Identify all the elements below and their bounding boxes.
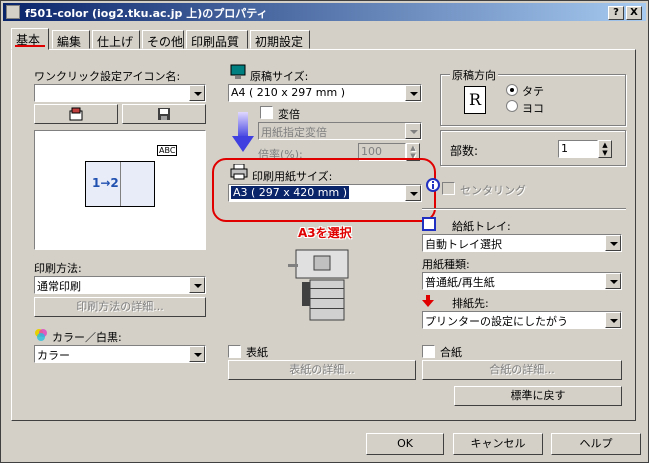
color-label: カラー／白黒: <box>52 331 122 344</box>
tab-defaults[interactable]: 初期設定 <box>250 30 310 49</box>
printer-paper-icon <box>230 164 248 180</box>
save-icon <box>158 108 170 120</box>
orientation-preview-icon: R <box>464 86 486 114</box>
original-size-select[interactable]: A4 ( 210 x 297 mm ) <box>228 84 422 102</box>
tray-label: 給紙トレイ: <box>452 220 511 233</box>
active-tab-underline <box>15 45 45 47</box>
copies-spinner[interactable]: ▲ ▼ <box>598 140 612 158</box>
title-bar: f501-color (iog2.tku.ac.jp 上)のプロパティ ? X <box>3 3 646 21</box>
print-method-select[interactable]: 通常印刷 <box>34 276 206 294</box>
output-select[interactable]: プリンターの設定にしたがう <box>422 311 622 329</box>
color-select[interactable]: カラー <box>34 345 206 363</box>
chevron-down-icon <box>405 185 421 201</box>
oneclick-register-button[interactable] <box>34 104 118 124</box>
divider <box>422 208 626 210</box>
red-down-arrow-icon <box>422 295 434 307</box>
register-icon <box>69 107 83 121</box>
scale-label: 変倍 <box>278 108 300 121</box>
print-method-label: 印刷方法: <box>34 262 82 275</box>
info-icon <box>426 178 440 192</box>
centering-label: センタリング <box>460 184 526 197</box>
cover-details-button[interactable]: 表紙の詳細... <box>228 360 416 380</box>
chevron-down-icon <box>189 346 205 362</box>
properties-window: f501-color (iog2.tku.ac.jp 上)のプロパティ ? X … <box>0 0 649 463</box>
tray-icon <box>422 217 436 231</box>
window-title: f501-color (iog2.tku.ac.jp 上)のプロパティ <box>25 7 268 20</box>
original-size-label: 原稿サイズ: <box>250 70 309 83</box>
tab-edit[interactable]: 編集 <box>52 30 90 49</box>
layout-preview: ABC 1→2 <box>34 130 206 250</box>
cancel-button[interactable]: キャンセル <box>453 433 543 455</box>
tab-basic[interactable]: 基本 <box>11 28 49 50</box>
tab-print-quality[interactable]: 印刷品質 <box>186 30 248 49</box>
landscape-label: ヨコ <box>522 102 544 115</box>
annotation-label: A3を選択 <box>298 226 352 240</box>
interleaf-details-button[interactable]: 合紙の詳細... <box>422 360 622 380</box>
chevron-down-icon <box>189 277 205 293</box>
chevron-down-icon <box>605 235 621 251</box>
printer-illustration <box>288 249 349 321</box>
down-arrow-icon <box>232 112 254 152</box>
chevron-down-icon <box>605 312 621 328</box>
portrait-label: タテ <box>522 85 544 98</box>
paper-type-label: 用紙種類: <box>422 258 470 271</box>
help-title-button[interactable]: ? <box>608 6 624 20</box>
copies-input[interactable]: 1 <box>558 140 598 158</box>
scale-checkbox[interactable] <box>260 106 273 119</box>
chevron-down-icon <box>405 123 421 139</box>
printer-icon <box>6 5 20 19</box>
chevron-down-icon <box>189 85 205 101</box>
paper-size-select[interactable]: A3 ( 297 x 420 mm ) <box>228 184 422 202</box>
portrait-radio[interactable] <box>506 84 518 96</box>
chevron-down-icon <box>605 273 621 289</box>
tab-finishing[interactable]: 仕上げ <box>92 30 140 49</box>
preview-sheet: 1→2 <box>85 161 155 207</box>
oneclick-select[interactable] <box>34 84 206 102</box>
basic-tab-page: ワンクリック設定アイコン名: ABC 1→2 印刷方法: 通常印刷 印刷方法の詳… <box>11 49 636 421</box>
paper-type-select[interactable]: 普通紙/再生紙 <box>422 272 622 290</box>
chevron-down-icon <box>405 85 421 101</box>
monitor-icon <box>230 64 246 79</box>
cover-label: 表紙 <box>246 346 268 359</box>
oneclick-save-button[interactable] <box>122 104 206 124</box>
color-icon <box>35 329 47 341</box>
tab-other[interactable]: その他 <box>142 30 184 49</box>
paper-size-label: 印刷用紙サイズ: <box>252 170 333 183</box>
preview-abc: ABC <box>157 145 178 156</box>
interleaf-checkbox[interactable] <box>422 345 435 358</box>
landscape-radio[interactable] <box>506 100 518 112</box>
help-button[interactable]: ヘルプ <box>551 433 641 455</box>
copies-label: 部数: <box>450 144 479 158</box>
interleaf-label: 合紙 <box>440 346 462 359</box>
scale-mode-select[interactable]: 用紙指定変倍 <box>258 122 422 140</box>
orientation-title: 原稿方向 <box>450 67 498 83</box>
cover-checkbox[interactable] <box>228 345 241 358</box>
centering-checkbox[interactable] <box>442 182 455 195</box>
ok-button[interactable]: OK <box>366 433 444 455</box>
restore-defaults-button[interactable]: 標準に戻す <box>454 386 622 406</box>
preview-pages: 1→2 <box>92 176 119 190</box>
oneclick-label: ワンクリック設定アイコン名: <box>34 70 181 83</box>
output-label: 排紙先: <box>452 297 489 310</box>
close-button[interactable]: X <box>626 6 642 20</box>
tray-select[interactable]: 自動トレイ選択 <box>422 234 622 252</box>
print-method-details-button[interactable]: 印刷方法の詳細... <box>34 297 206 317</box>
